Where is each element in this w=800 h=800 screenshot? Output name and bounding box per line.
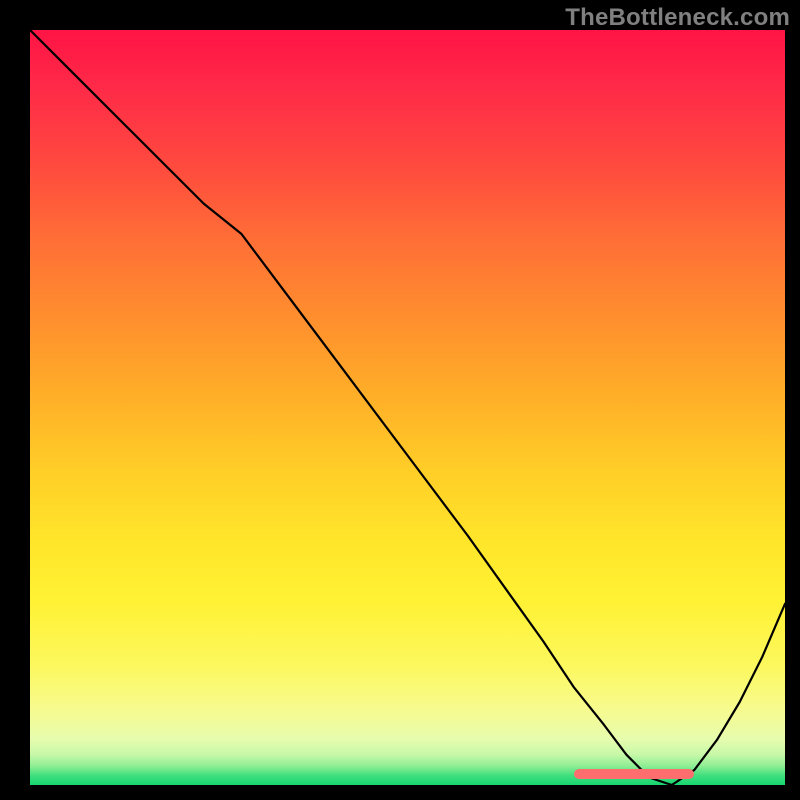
chart-stage: TheBottleneck.com (0, 0, 800, 800)
curve-layer (30, 30, 785, 785)
optimal-range-marker (574, 769, 695, 779)
plot-area (30, 30, 785, 785)
watermark-text: TheBottleneck.com (565, 4, 790, 32)
bottleneck-curve (30, 30, 785, 785)
